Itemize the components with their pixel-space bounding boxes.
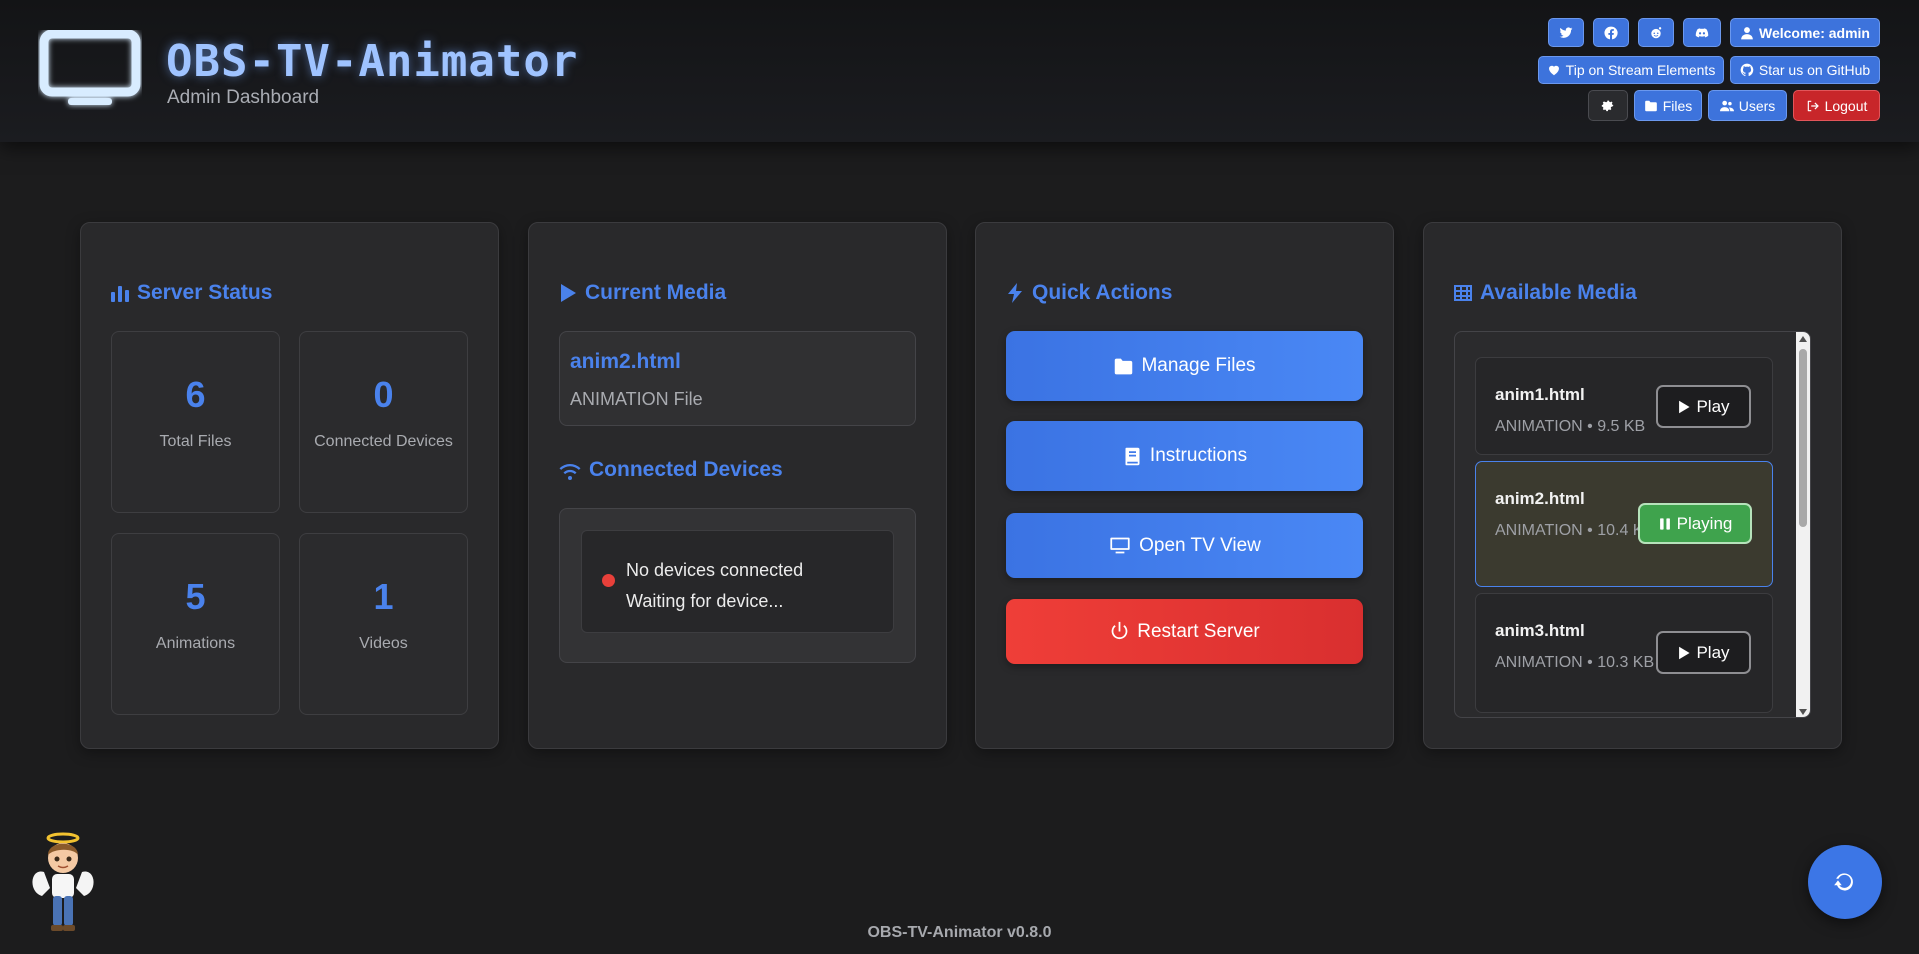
media-item-meta: ANIMATION • 10.3 KB (1495, 654, 1655, 671)
stat-label: Videos (359, 635, 408, 652)
bolt-icon (1008, 283, 1022, 303)
available-media-list[interactable]: anim1.html ANIMATION • 9.5 KB Play anim2… (1454, 331, 1811, 718)
folder-icon (1644, 100, 1657, 111)
stat-value: 6 (185, 374, 206, 415)
connected-devices-title: Connected Devices (558, 458, 783, 482)
current-media-title: Current Media (558, 281, 726, 305)
instructions-button[interactable]: Instructions (1006, 421, 1363, 491)
wifi-icon (559, 464, 581, 480)
gear-icon (1601, 100, 1614, 111)
refresh-button[interactable] (1808, 845, 1882, 919)
welcome-label: Welcome: admin (1759, 24, 1870, 41)
welcome-user-button[interactable]: Welcome: admin (1730, 18, 1880, 47)
reddit-icon (1651, 26, 1662, 38)
server-status-title: Server Status (110, 281, 272, 305)
github-star-button[interactable]: Star us on GitHub (1730, 56, 1880, 84)
bar-chart-icon (111, 286, 129, 302)
connected-devices-panel: No devices connected Waiting for device.… (559, 508, 916, 663)
facebook-icon (1604, 26, 1618, 39)
header: OBS-TV-Animator Admin Dashboard Welcome:… (0, 0, 1919, 142)
scroll-thumb[interactable] (1799, 349, 1807, 527)
stat-label: Total Files (159, 433, 232, 450)
media-list-item[interactable]: anim1.html ANIMATION • 9.5 KB Play (1475, 357, 1773, 455)
folder-icon (1115, 358, 1133, 374)
logout-icon (1807, 100, 1819, 111)
twitter-icon (1559, 26, 1573, 38)
media-item-meta: ANIMATION • 9.5 KB (1495, 418, 1646, 435)
current-media-card: Current Media anim2.html ANIMATION File … (528, 222, 947, 749)
github-icon (1740, 63, 1754, 77)
scroll-down-arrow-icon[interactable] (1799, 709, 1807, 715)
stat-videos: 1 Videos (299, 533, 468, 715)
github-label: Star us on GitHub (1758, 62, 1871, 78)
users-label: Users (1738, 97, 1776, 114)
manage-files-button[interactable]: Manage Files (1006, 331, 1363, 401)
user-icon (1741, 26, 1753, 39)
play-button[interactable]: Play (1656, 385, 1751, 428)
logout-button[interactable]: Logout (1793, 90, 1880, 121)
play-icon (561, 284, 576, 302)
files-button[interactable]: Files (1634, 90, 1702, 121)
angel-mascot-icon (32, 832, 94, 931)
version-footer: OBS-TV-Animator v0.8.0 (867, 924, 1052, 941)
refresh-icon (1834, 873, 1853, 891)
app-subtitle: Admin Dashboard (167, 87, 320, 108)
book-icon (1125, 447, 1140, 465)
tv-icon (1110, 537, 1130, 554)
facebook-button[interactable] (1593, 18, 1629, 47)
settings-button[interactable] (1588, 90, 1628, 121)
stat-label: Animations (155, 635, 236, 652)
media-item-name: anim3.html (1495, 621, 1585, 640)
available-media-title: Available Media (1453, 281, 1637, 305)
stat-total-files: 6 Total Files (111, 331, 280, 513)
pause-icon (1659, 517, 1670, 530)
stat-connected-devices: 0 Connected Devices (299, 331, 468, 513)
current-media-type: ANIMATION File (570, 389, 703, 409)
current-media-name: anim2.html (570, 350, 681, 373)
current-media-box: anim2.html ANIMATION File (559, 331, 916, 426)
waiting-text: Waiting for device... (626, 591, 784, 611)
stat-value: 5 (185, 576, 206, 617)
play-icon (1679, 400, 1691, 413)
reddit-button[interactable] (1638, 18, 1674, 47)
status-dot-icon (602, 574, 615, 587)
power-icon (1111, 621, 1128, 640)
stat-animations: 5 Animations (111, 533, 280, 715)
grid-icon (1454, 285, 1472, 301)
server-status-card: Server Status 6 Total Files 0 Connected … (80, 222, 499, 749)
scrollbar[interactable] (1796, 332, 1810, 717)
scroll-up-arrow-icon[interactable] (1799, 336, 1807, 342)
twitter-button[interactable] (1548, 18, 1584, 47)
tv-logo-icon (39, 30, 141, 105)
heart-icon (1548, 65, 1559, 76)
restart-server-button[interactable]: Restart Server (1006, 599, 1363, 664)
media-list-item-active[interactable]: anim2.html ANIMATION • 10.4 KB Playing (1475, 461, 1773, 587)
tip-stream-elements-button[interactable]: Tip on Stream Elements (1538, 56, 1724, 84)
discord-button[interactable] (1683, 18, 1721, 47)
users-button[interactable]: Users (1708, 90, 1787, 121)
files-label: Files (1662, 97, 1693, 114)
logout-label: Logout (1824, 97, 1868, 114)
quick-actions-title: Quick Actions (1005, 281, 1172, 305)
media-item-name: anim1.html (1495, 385, 1585, 404)
app-title: OBS-TV-Animator (166, 36, 579, 87)
stat-value: 1 (373, 576, 394, 617)
play-button[interactable]: Play (1656, 631, 1751, 674)
media-item-meta: ANIMATION • 10.4 KB (1495, 522, 1655, 539)
discord-icon (1695, 27, 1709, 37)
open-tv-view-button[interactable]: Open TV View (1006, 513, 1363, 578)
stat-label: Connected Devices (314, 433, 453, 450)
no-devices-text: No devices connected (626, 560, 804, 580)
available-media-card: Available Media anim1.html ANIMATION • 9… (1423, 222, 1842, 749)
quick-actions-card: Quick Actions Manage Files Instructions … (975, 222, 1394, 749)
media-item-name: anim2.html (1495, 489, 1585, 508)
playing-button[interactable]: Playing (1638, 503, 1752, 544)
no-devices-message: No devices connected Waiting for device.… (581, 530, 894, 633)
media-list-item[interactable]: anim3.html ANIMATION • 10.3 KB Play (1475, 593, 1773, 713)
tip-label: Tip on Stream Elements (1565, 62, 1716, 78)
users-icon (1719, 100, 1734, 111)
stat-value: 0 (373, 374, 394, 415)
play-icon (1679, 646, 1691, 659)
